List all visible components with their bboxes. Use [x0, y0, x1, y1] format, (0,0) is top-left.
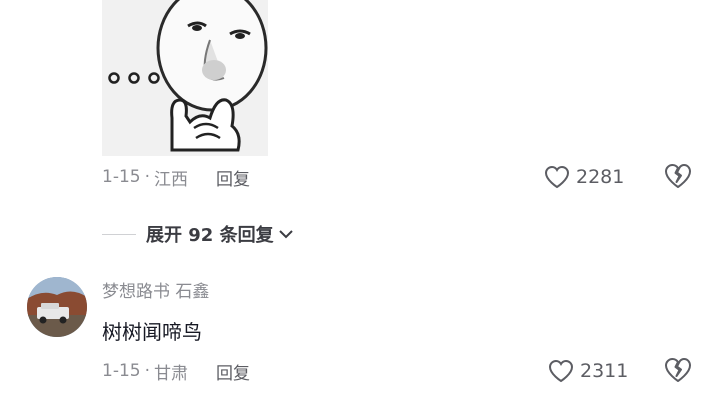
reply-button[interactable]: 回复	[216, 359, 250, 384]
comment-meta-row: 1-15 · 甘肃 回复	[102, 359, 250, 384]
like-count: 2311	[580, 360, 629, 382]
comment-username[interactable]: 梦想路书 石鑫	[102, 277, 209, 302]
expand-replies-label: 展开 92 条回复	[146, 225, 274, 246]
like-button[interactable]: 2311	[548, 357, 628, 385]
avatar[interactable]	[27, 277, 87, 337]
dislike-button[interactable]	[664, 163, 692, 191]
comment-date: 1-15	[102, 167, 141, 187]
chevron-down-icon	[278, 230, 293, 239]
comment-region: 江西	[154, 169, 188, 190]
comment-date: 1-15	[102, 361, 141, 381]
comment-region: 甘肃	[154, 363, 188, 384]
meta-separator: ·	[144, 167, 150, 187]
broken-heart-icon	[665, 358, 691, 382]
heart-outline-icon	[544, 165, 570, 189]
comment-meta-row: 1-15 · 江西 回复	[102, 165, 250, 190]
like-button[interactable]: 2281	[544, 163, 624, 191]
meta-separator: ·	[144, 361, 150, 381]
divider-line	[102, 233, 136, 235]
broken-heart-icon	[665, 164, 691, 188]
comment-sticker-image[interactable]	[102, 0, 268, 156]
comment-text: 树树闻啼鸟	[102, 320, 202, 344]
reply-button[interactable]: 回复	[216, 165, 250, 190]
dislike-button[interactable]	[664, 357, 692, 385]
expand-replies-button[interactable]: 展开 92 条回复	[102, 220, 294, 248]
heart-outline-icon	[548, 359, 574, 383]
like-count: 2281	[576, 166, 625, 188]
